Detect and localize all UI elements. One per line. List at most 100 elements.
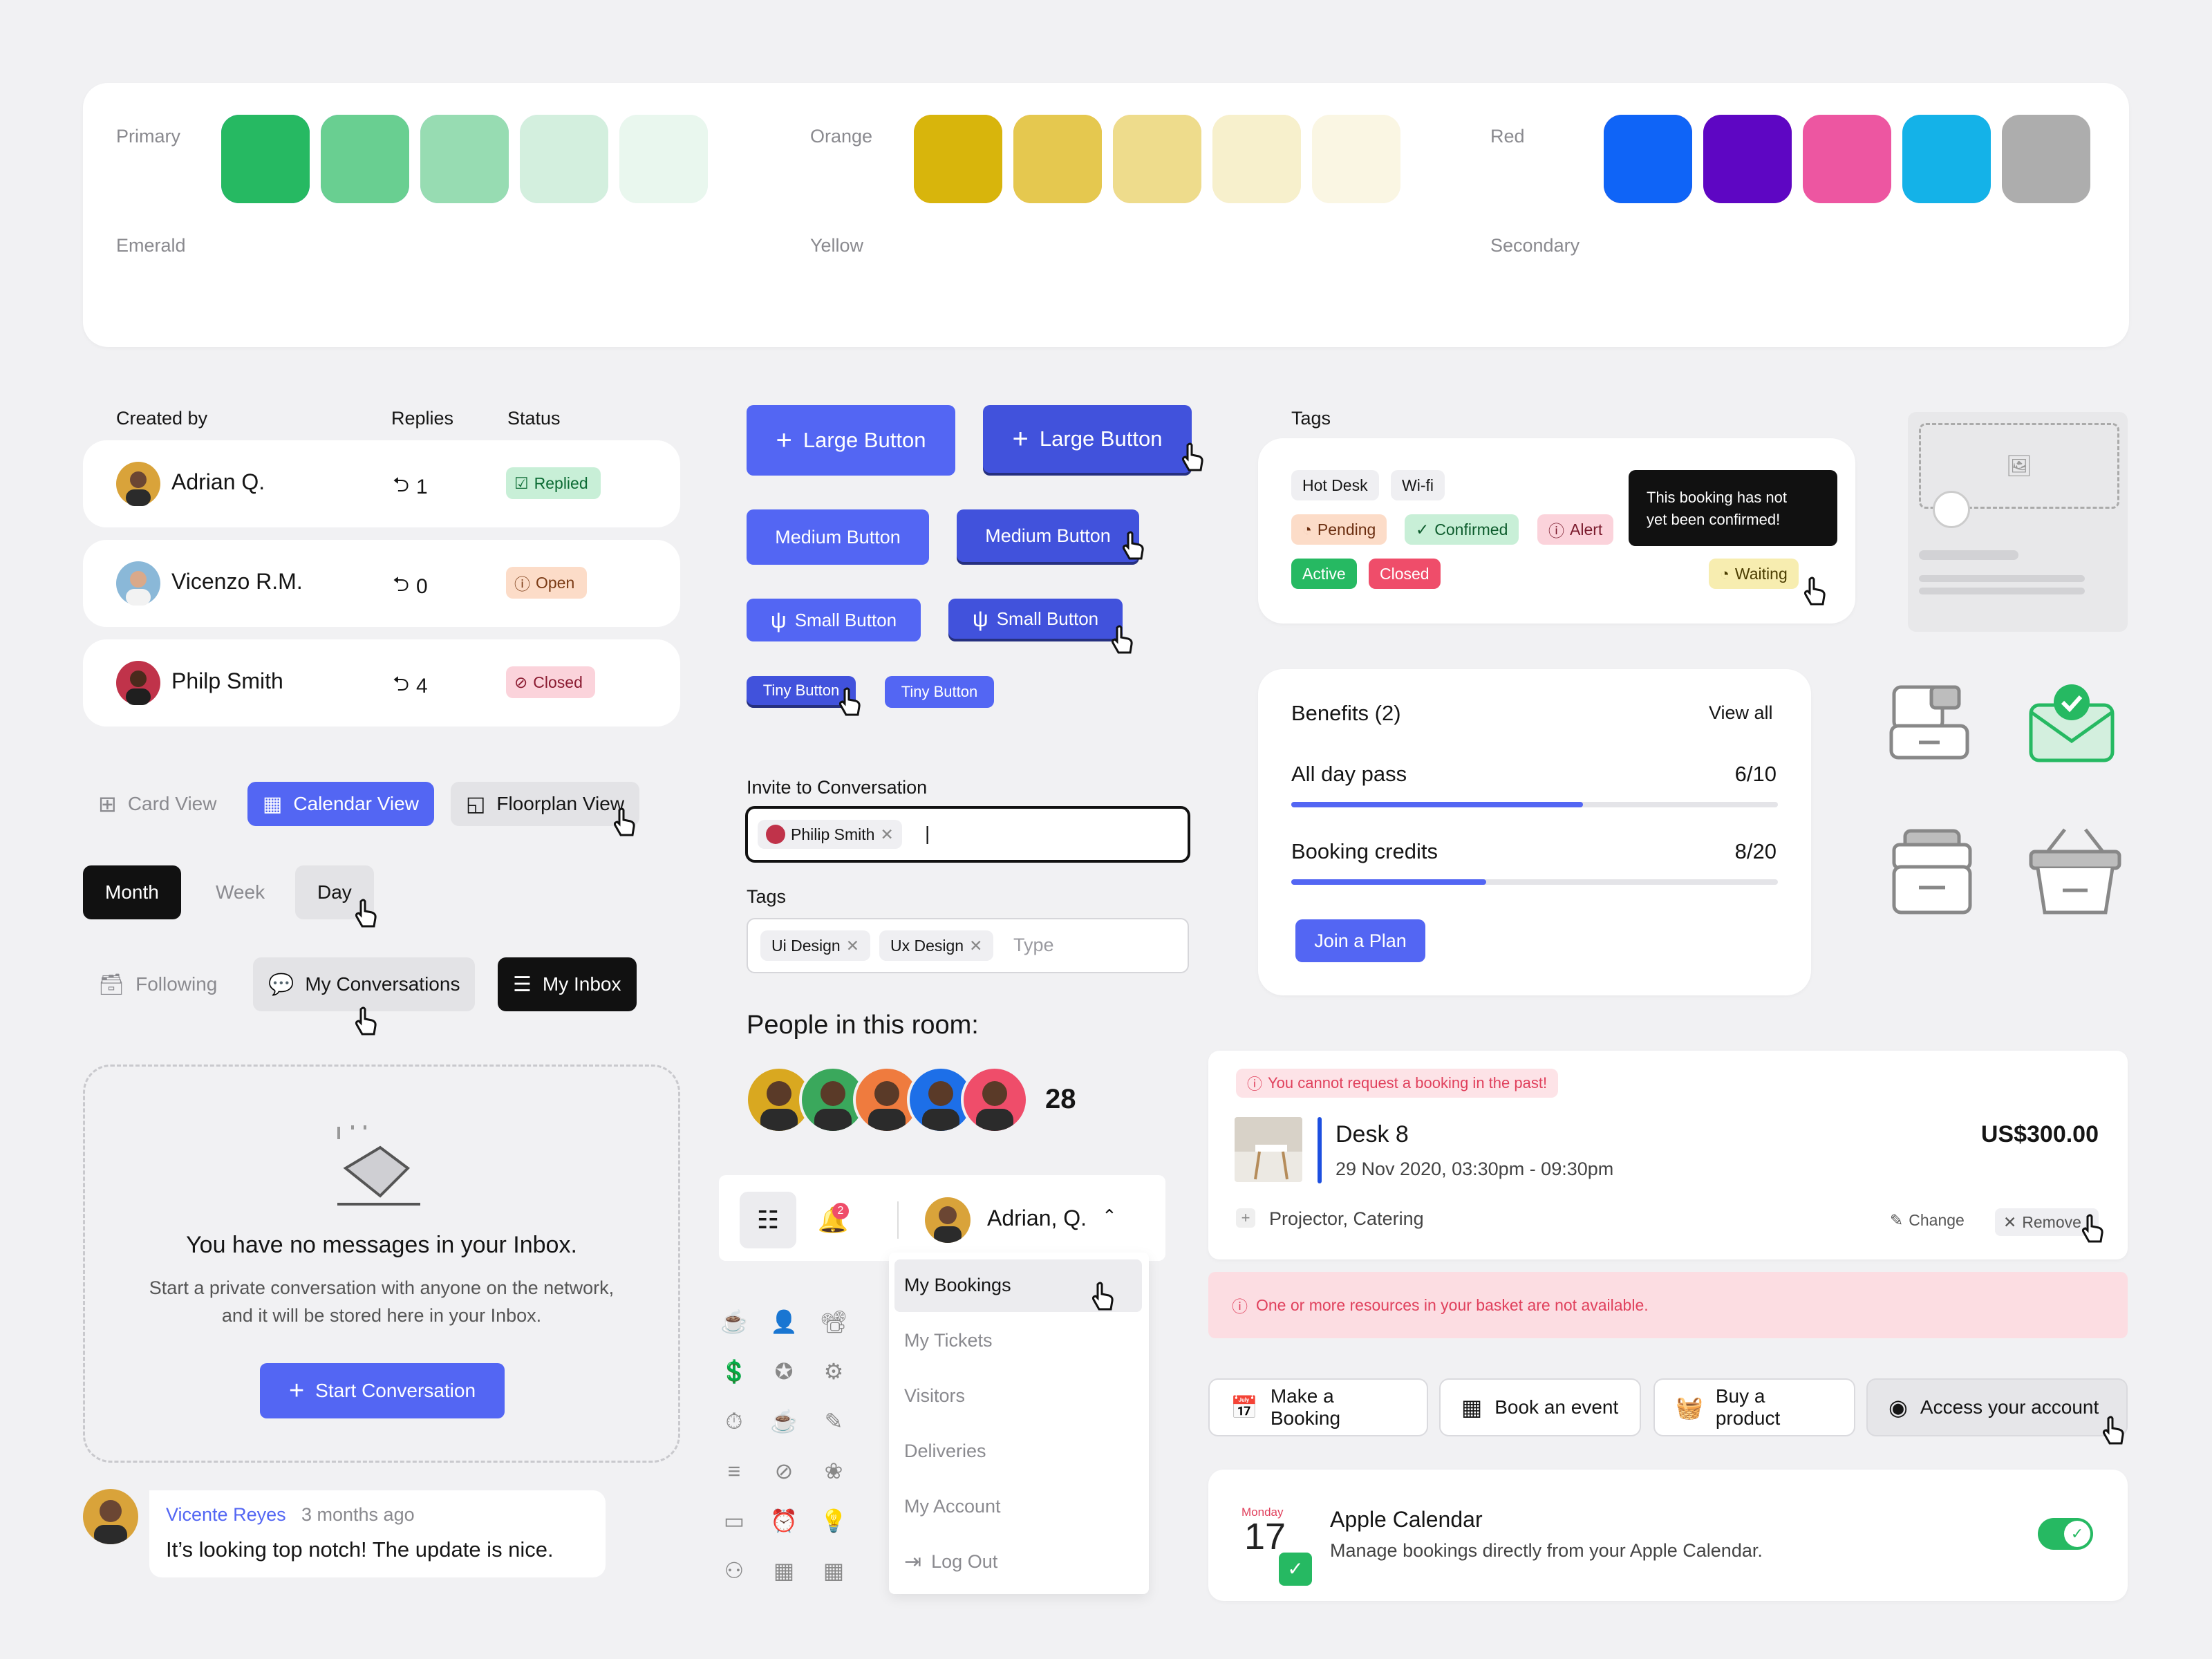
- tag-hot-desk: Hot Desk: [1291, 470, 1379, 500]
- calendar-icon: ▦: [263, 792, 283, 816]
- remove-chip-icon[interactable]: ✕: [846, 937, 859, 955]
- tag-chip[interactable]: Ux Design ✕: [879, 930, 994, 961]
- card-view-tab[interactable]: ⊞ Card View: [83, 778, 232, 830]
- tag-wifi: Wi-fi: [1391, 470, 1445, 500]
- basket-icon: [2029, 828, 2121, 915]
- skeleton-line: [1919, 575, 2085, 582]
- floorplan-view-tab[interactable]: ◱ Floorplan View: [451, 782, 640, 826]
- color-swatch[interactable]: [2002, 115, 2090, 203]
- menu-my-account[interactable]: My Account: [904, 1496, 1001, 1517]
- color-swatch[interactable]: [1312, 115, 1400, 203]
- notification-button[interactable]: 🔔: [809, 1196, 857, 1244]
- cup-icon: ☕: [770, 1409, 798, 1434]
- reply-all-icon: ⮌: [393, 673, 410, 695]
- calendar-view-tab[interactable]: ▦ Calendar View: [247, 782, 434, 826]
- palette-label: Yellow: [810, 235, 864, 256]
- accent-bar: [1318, 1117, 1322, 1183]
- medium-button-hover[interactable]: Medium Button: [957, 509, 1139, 562]
- month-tab[interactable]: Month: [83, 865, 181, 919]
- hand-cursor-icon: [355, 899, 377, 928]
- color-swatch[interactable]: [321, 115, 409, 203]
- booking-title: Desk 8: [1335, 1121, 1409, 1147]
- pencil-icon: ✎: [1890, 1211, 1904, 1229]
- comment-author[interactable]: Vicente Reyes: [166, 1504, 286, 1526]
- medium-button[interactable]: Medium Button: [747, 509, 929, 565]
- basket-icon: 🧺: [1676, 1395, 1703, 1420]
- menu-visitors[interactable]: Visitors: [904, 1385, 965, 1407]
- hand-cursor-icon: [1111, 625, 1133, 654]
- color-swatch[interactable]: [221, 115, 310, 203]
- small-button-hover[interactable]: ψ Small Button: [948, 599, 1123, 639]
- inbox-icon: ☰: [513, 973, 532, 996]
- column-replies: Replies: [391, 408, 454, 429]
- unavailable-alert: ⓘ One or more resources in your basket ar…: [1208, 1272, 2128, 1338]
- menu-my-tickets[interactable]: My Tickets: [904, 1330, 993, 1351]
- alert-circle-icon: ⓘ: [1247, 1076, 1263, 1093]
- color-swatch[interactable]: [1013, 115, 1102, 203]
- my-inbox-tab[interactable]: ☰ My Inbox: [498, 957, 637, 1011]
- alert-circle-icon: ⓘ: [514, 575, 530, 593]
- progress-fill: [1291, 802, 1584, 807]
- start-conversation-button[interactable]: + Start Conversation: [260, 1363, 505, 1418]
- user-menu-name[interactable]: Adrian, Q.: [987, 1206, 1087, 1231]
- tag-confirmed: ✓ Confirmed: [1405, 514, 1519, 545]
- list-view-button[interactable]: ☷: [740, 1192, 796, 1248]
- menu-log-out[interactable]: ⇥ Log Out: [904, 1550, 997, 1574]
- table-row[interactable]: Philp Smith ⮌ 4 ⊘ Closed: [83, 639, 680, 727]
- tag-waiting[interactable]: ◔ Waiting: [1709, 559, 1799, 589]
- avatar: [961, 1066, 1029, 1134]
- creator-name: Vicenzo R.M.: [171, 569, 303, 594]
- hand-cursor-icon: [613, 807, 635, 836]
- view-all-link[interactable]: View all: [1709, 702, 1773, 724]
- my-conversations-tab[interactable]: 💬 My Conversations: [253, 957, 476, 1011]
- color-swatch[interactable]: [1113, 115, 1201, 203]
- tag-chip[interactable]: Ui Design ✕: [760, 930, 870, 961]
- make-booking-button[interactable]: 📅 Make a Booking: [1208, 1378, 1428, 1436]
- tiny-button[interactable]: Tiny Button: [885, 676, 994, 708]
- lightbulb-icon: 💡: [820, 1508, 847, 1533]
- color-swatch[interactable]: [420, 115, 509, 203]
- color-swatch[interactable]: [1212, 115, 1301, 203]
- remove-chip-icon[interactable]: ✕: [880, 825, 893, 844]
- book-event-button[interactable]: ▦ Book an event: [1439, 1378, 1641, 1436]
- access-account-button[interactable]: ◉ Access your account: [1866, 1378, 2128, 1436]
- notification-badge: 2: [832, 1203, 849, 1219]
- color-swatch[interactable]: [1703, 115, 1792, 203]
- large-button[interactable]: + Large Button: [747, 405, 955, 476]
- floorplan-icon: ◱: [466, 792, 486, 816]
- color-swatch[interactable]: [520, 115, 608, 203]
- storage-box-icon: [1892, 829, 1972, 915]
- people-title: People in this room:: [747, 1011, 979, 1040]
- remove-chip-icon[interactable]: ✕: [969, 937, 982, 955]
- hand-cursor-icon: [1091, 1282, 1114, 1311]
- hand-cursor-icon: [355, 1006, 377, 1035]
- join-plan-button[interactable]: Join a Plan: [1295, 919, 1425, 962]
- table-row[interactable]: Adrian Q. ⮌ 1 ☑ Replied: [83, 440, 680, 527]
- menu-my-bookings[interactable]: My Bookings: [904, 1275, 1011, 1296]
- tooltip: This booking has not yet been confirmed!: [1629, 470, 1837, 546]
- status-badge: ⊘ Closed: [506, 666, 595, 698]
- week-tab[interactable]: Week: [194, 865, 287, 919]
- color-swatch[interactable]: [1604, 115, 1692, 203]
- comment-time: 3 months ago: [301, 1504, 415, 1525]
- color-swatch[interactable]: [1902, 115, 1991, 203]
- color-swatch[interactable]: [619, 115, 708, 203]
- large-button-hover[interactable]: + Large Button: [983, 405, 1192, 473]
- alarm-icon: ⏰: [770, 1508, 798, 1533]
- coffee-icon: ☕: [720, 1309, 748, 1334]
- table-row[interactable]: Vicenzo R.M. ⮌ 0 ⓘ Open: [83, 540, 680, 627]
- menu-deliveries[interactable]: Deliveries: [904, 1441, 986, 1462]
- integration-toggle[interactable]: ✓: [2038, 1518, 2093, 1550]
- palette-label: Red: [1490, 126, 1525, 147]
- invite-chip[interactable]: Philip Smith ✕: [758, 820, 902, 849]
- color-swatch[interactable]: [914, 115, 1002, 203]
- change-button[interactable]: ✎ Change: [1890, 1211, 1965, 1230]
- color-swatch[interactable]: [1803, 115, 1891, 203]
- following-tab[interactable]: 🗃 Following: [83, 957, 232, 1011]
- small-button[interactable]: ψ Small Button: [747, 599, 921, 641]
- buy-product-button[interactable]: 🧺 Buy a product: [1653, 1378, 1855, 1436]
- chevron-up-icon[interactable]: ⌃: [1102, 1206, 1117, 1227]
- skeleton-line: [1919, 550, 2018, 560]
- projector-icon: 📽: [819, 1309, 848, 1334]
- grid-icon: ⊞: [98, 791, 117, 816]
